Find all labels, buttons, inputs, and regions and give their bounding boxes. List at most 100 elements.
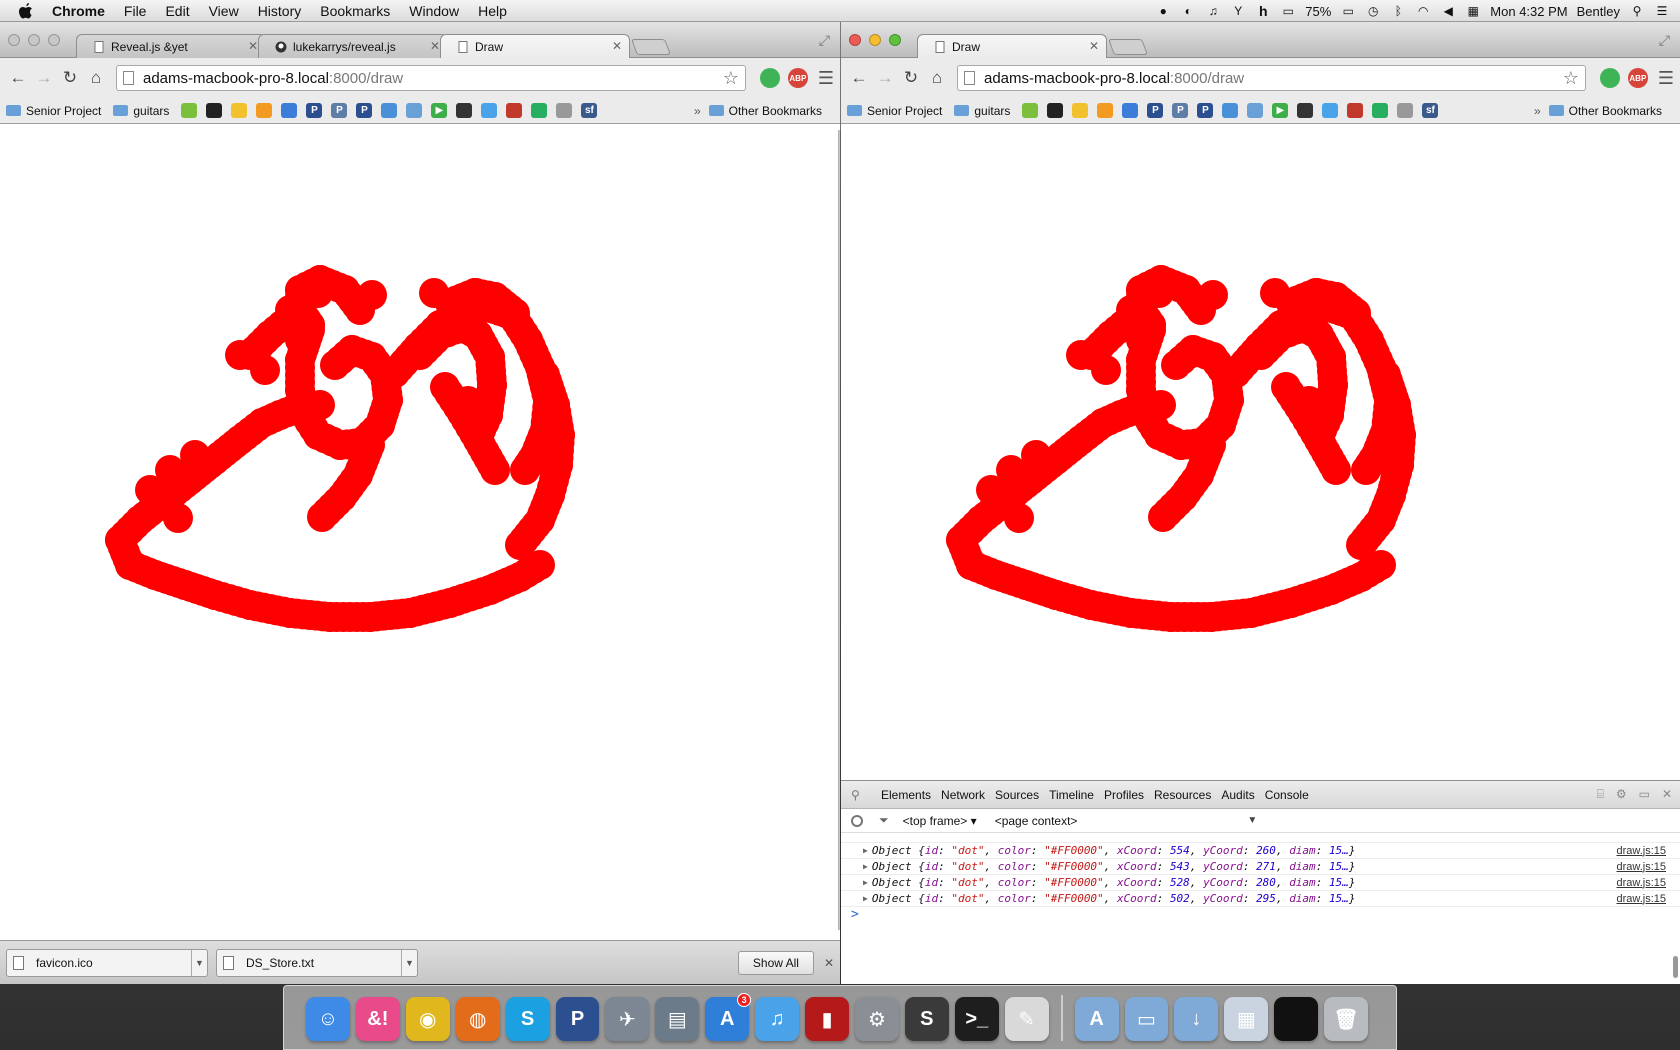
bookmark-icon[interactable] [1372, 103, 1389, 118]
console-scrollbar[interactable] [1673, 956, 1678, 978]
evernote-icon[interactable]: ◐ [1180, 3, 1196, 19]
bookmark-icon[interactable] [181, 103, 198, 118]
download-item[interactable]: DS_Store.txt ▼ [216, 948, 418, 977]
bookmark-folder-guitars[interactable]: guitars [954, 104, 1010, 118]
source-link[interactable]: draw.js:15 [1616, 861, 1666, 873]
other-bookmarks[interactable]: Other Bookmarks [1548, 104, 1662, 118]
bookmark-icon[interactable] [481, 103, 498, 118]
system-preferences-icon[interactable]: ⚙ [854, 997, 899, 1041]
adblock-plus-icon[interactable]: ABP [787, 68, 808, 88]
reload-icon[interactable]: ↻ [58, 66, 82, 90]
fork-icon[interactable]: Y [1230, 3, 1246, 19]
inspect-search-icon[interactable]: ⚲ [851, 788, 865, 802]
source-link[interactable]: draw.js:15 [1616, 845, 1666, 857]
battery-icon[interactable]: ▭ [1340, 3, 1356, 19]
bookmark-icon[interactable] [381, 103, 398, 118]
devtools-tab-resources[interactable]: Resources [1154, 788, 1211, 802]
documents-folder-icon[interactable]: ▭ [1124, 997, 1169, 1041]
drawing-surface[interactable] [841, 125, 1680, 780]
chat-bookmark-icon[interactable] [456, 103, 473, 118]
home-icon[interactable]: ⌂ [84, 66, 108, 90]
bookmarks-overflow-icon[interactable]: » [1534, 104, 1541, 118]
console-prompt[interactable]: > [841, 907, 1680, 923]
time-machine-icon[interactable]: ◷ [1365, 3, 1381, 19]
back-arrow-icon[interactable]: ← [847, 66, 871, 90]
itunes-icon[interactable]: ♫ [755, 997, 800, 1041]
pandora-bookmark-icon[interactable]: P [306, 103, 323, 118]
input-menu-icon[interactable]: ▦ [1465, 3, 1481, 19]
devtools-tab-sources[interactable]: Sources [995, 788, 1039, 802]
console-log-row[interactable]: ▶ Object {id: "dot", color: "#FF0000", x… [841, 875, 1680, 891]
app-store-icon[interactable]: A3 [705, 993, 752, 1041]
console-log-row[interactable]: ▶ Object {id: "dot", color: "#FF0000", x… [841, 843, 1680, 859]
chat-bookmark-icon[interactable] [1297, 103, 1314, 118]
terminal-icon[interactable]: >_ [954, 997, 999, 1041]
extension-balloon-icon[interactable] [1599, 68, 1620, 88]
menu-edit[interactable]: Edit [165, 3, 189, 19]
clear-console-icon[interactable] [851, 814, 863, 827]
pandora-bookmark-icon[interactable]: P [1197, 103, 1214, 118]
drive-icon[interactable] [231, 103, 248, 118]
forward-arrow-icon[interactable]: → [32, 66, 56, 90]
photo-icon[interactable]: ▤ [655, 997, 700, 1041]
chrome-icon[interactable]: ◉ [405, 997, 450, 1041]
download-menu-icon[interactable]: ▼ [401, 949, 417, 976]
tab-close-icon[interactable]: ✕ [248, 39, 258, 53]
applications-folder-icon[interactable]: A [1074, 997, 1119, 1041]
settings-gear-icon[interactable]: ⚙ [1616, 787, 1627, 802]
bookmark-icon[interactable]: sf [581, 103, 598, 118]
menu-history[interactable]: History [258, 3, 302, 19]
notification-center-icon[interactable]: ☰ [1654, 3, 1670, 19]
tab-lukekarrys-reveal[interactable]: lukekarrys/reveal.js ✕ [258, 34, 448, 58]
console-log-row[interactable]: ▶ Object {id: "dot", color: "#FF0000", x… [841, 859, 1680, 875]
pandora-bookmark-icon[interactable]: P [356, 103, 373, 118]
drive-icon[interactable] [1072, 103, 1089, 118]
filter-funnel-icon[interactable]: ⏷ [879, 813, 889, 828]
home-icon[interactable]: ⌂ [925, 66, 949, 90]
new-tab-button[interactable] [1108, 39, 1148, 55]
bookmark-icon[interactable] [531, 103, 548, 118]
apple-logo-icon[interactable] [18, 2, 38, 20]
bluetooth-icon[interactable]: ᛒ [1390, 3, 1406, 19]
bookmark-star-icon[interactable]: ☆ [1563, 68, 1579, 89]
bookmark-icon[interactable] [256, 103, 273, 118]
hipchat-icon[interactable]: h [1255, 3, 1271, 19]
address-bar[interactable]: adams-macbook-pro-8.local :8000/draw ☆ [957, 65, 1586, 91]
pandora-bookmark-icon[interactable]: P [1147, 103, 1164, 118]
adblock-plus-icon[interactable]: ABP [1627, 68, 1648, 88]
bookmarks-overflow-icon[interactable]: » [694, 104, 701, 118]
bookmark-icon[interactable] [1322, 103, 1339, 118]
devtools-tab-elements[interactable]: Elements [881, 788, 931, 802]
headphones-icon[interactable]: ♫ [1205, 3, 1221, 19]
minimize-window-button[interactable] [28, 34, 40, 46]
forward-arrow-icon[interactable]: → [873, 66, 897, 90]
console-log-row[interactable]: ▶ Object {id: "dot", color: "#FF0000", x… [841, 891, 1680, 907]
tab-reveal-andyet[interactable]: Reveal.js &yet ✕ [76, 34, 266, 58]
launchpad-icon[interactable]: ✈ [605, 997, 650, 1041]
bookmark-icon[interactable]: sf [1422, 103, 1439, 118]
devtools-tab-timeline[interactable]: Timeline [1049, 788, 1094, 802]
play-store-icon[interactable]: ▶ [1272, 103, 1289, 118]
menu-view[interactable]: View [209, 3, 239, 19]
chrome-menu-icon[interactable]: ☰ [1658, 68, 1674, 89]
fullscreen-icon[interactable]: ⤢ [1659, 32, 1670, 49]
trash-icon[interactable]: 🗑 [1324, 997, 1369, 1041]
tab-draw[interactable]: Draw ✕ [440, 34, 630, 58]
drawing-surface[interactable] [0, 125, 840, 940]
devtools-tab-network[interactable]: Network [941, 788, 985, 802]
menubar-clock[interactable]: Mon 4:32 PM [1490, 4, 1567, 19]
firefox-icon[interactable]: ◍ [455, 997, 500, 1041]
bookmark-icon[interactable] [1247, 103, 1264, 118]
bookmark-star-icon[interactable]: ☆ [723, 68, 739, 89]
tab-close-icon[interactable]: ✕ [430, 39, 440, 53]
bookmark-icon[interactable] [206, 103, 223, 118]
wifi-icon[interactable]: ◠ [1415, 3, 1431, 19]
finder-icon[interactable]: ☺ [306, 997, 350, 1041]
bookmark-icon[interactable] [556, 103, 573, 118]
menu-file[interactable]: File [124, 3, 147, 19]
tab-draw[interactable]: Draw ✕ [917, 34, 1107, 58]
chrome-menu-icon[interactable]: ☰ [818, 68, 834, 89]
draw-canvas-left[interactable] [0, 125, 840, 940]
extension-balloon-icon[interactable] [759, 68, 780, 88]
new-tab-button[interactable] [631, 39, 671, 55]
